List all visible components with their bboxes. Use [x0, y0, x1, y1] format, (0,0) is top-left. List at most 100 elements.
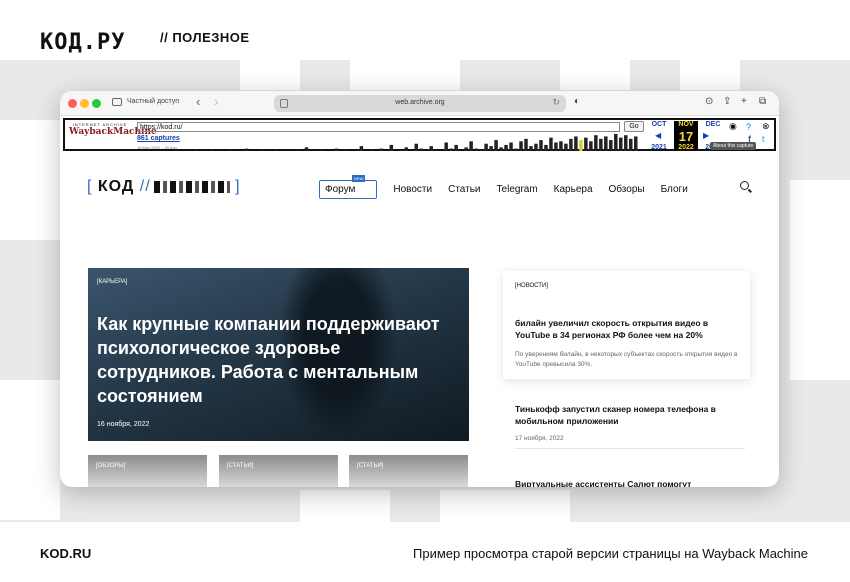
search-icon[interactable] [740, 181, 749, 190]
capture-bar[interactable] [614, 134, 618, 151]
capture-bar[interactable] [564, 143, 568, 151]
capture-bar[interactable] [474, 148, 478, 151]
nav-news[interactable]: Новости [393, 184, 432, 195]
nav-telegram[interactable]: Telegram [497, 184, 538, 195]
capture-bar[interactable] [464, 147, 468, 151]
capture-bar[interactable] [499, 147, 503, 151]
user-icon[interactable]: ◉ [729, 121, 737, 132]
close-window-button[interactable] [68, 99, 77, 108]
news-item[interactable]: Тинькофф запустил сканер номера телефона… [515, 403, 745, 449]
forward-arrow-icon[interactable]: › [214, 94, 218, 109]
capture-bar[interactable] [319, 149, 324, 151]
capture-bar[interactable] [434, 149, 438, 151]
sidebar-toggle-icon[interactable] [112, 98, 122, 106]
capture-bar[interactable] [334, 148, 339, 151]
capture-bar[interactable] [549, 137, 553, 151]
capture-bar[interactable] [419, 148, 423, 151]
capture-bar[interactable] [399, 149, 404, 151]
share-icon[interactable]: ⇪ [723, 96, 731, 107]
nav-career[interactable]: Карьера [554, 184, 593, 195]
capture-bar[interactable] [209, 149, 214, 151]
capture-bar[interactable] [609, 140, 613, 151]
capture-bar[interactable] [444, 142, 448, 152]
capture-bar[interactable] [629, 138, 633, 151]
privacy-report-icon[interactable]: ◐ [574, 96, 580, 107]
capture-bar[interactable] [524, 138, 528, 151]
back-arrow-icon[interactable]: ‹ [196, 94, 200, 109]
featured-news[interactable]: [НОВОСТИ] билайн увеличил скорость откры… [503, 271, 750, 379]
capture-bar[interactable] [489, 146, 493, 151]
article-card[interactable]: [ОБЗОРЫ] [88, 455, 207, 487]
capture-bar[interactable] [634, 136, 638, 151]
twitter-icon[interactable]: t [762, 134, 765, 144]
capture-bar[interactable] [619, 137, 623, 151]
capture-bar[interactable] [259, 149, 264, 151]
capture-bar[interactable] [369, 149, 374, 151]
capture-bar[interactable] [554, 142, 558, 152]
capture-bar[interactable] [594, 135, 598, 151]
capture-bar[interactable] [604, 136, 608, 151]
capture-bar[interactable] [359, 146, 364, 151]
maximize-window-button[interactable] [92, 99, 101, 108]
capture-bar[interactable] [574, 136, 578, 151]
nav-reviews[interactable]: Обзоры [609, 184, 645, 195]
facebook-icon[interactable]: f [748, 134, 751, 144]
captures-link[interactable]: 861 captures [137, 135, 180, 142]
capture-bar[interactable] [544, 144, 548, 151]
capture-bar[interactable] [449, 148, 453, 151]
capture-bar[interactable] [229, 149, 234, 151]
capture-bar[interactable] [479, 149, 483, 151]
capture-bar[interactable] [559, 141, 563, 151]
next-capture-icon[interactable]: ▶ [703, 131, 709, 140]
capture-bar[interactable] [484, 143, 488, 151]
wayback-url-input[interactable]: https://kod.ru/ [137, 122, 620, 132]
capture-bar[interactable] [504, 144, 508, 151]
capture-bar[interactable] [534, 143, 538, 151]
capture-bar[interactable] [304, 147, 309, 151]
capture-bar[interactable] [589, 141, 593, 151]
nav-articles[interactable]: Статьи [448, 184, 480, 195]
capture-bar[interactable] [514, 148, 518, 151]
capture-bar[interactable] [519, 141, 523, 151]
download-icon[interactable]: ⊙ [705, 96, 713, 107]
capture-bar[interactable] [539, 140, 543, 151]
capture-bar[interactable] [584, 137, 588, 151]
nav-blogs[interactable]: Блоги [661, 184, 688, 195]
capture-bar[interactable] [379, 148, 384, 151]
tab-overview-icon[interactable]: ⧉ [759, 96, 766, 107]
capture-bar[interactable] [454, 144, 458, 151]
capture-bar[interactable] [569, 138, 573, 151]
capture-bar[interactable] [389, 144, 394, 151]
capture-bar[interactable] [579, 140, 583, 151]
help-icon[interactable]: ? [746, 122, 751, 132]
capture-bar[interactable] [404, 147, 409, 151]
capture-bar[interactable] [294, 149, 299, 151]
capture-bar[interactable] [274, 149, 279, 151]
capture-bar[interactable] [624, 135, 628, 151]
prev-capture-icon[interactable]: ◀ [655, 131, 661, 140]
nav-forum[interactable]: Форум NEW [319, 175, 378, 199]
article-card[interactable]: [СТАТЬИ] [219, 455, 338, 487]
hero-article[interactable]: [КАРЬЕРА] Как крупные компании поддержив… [88, 268, 469, 441]
wayback-go-button[interactable]: Go [624, 121, 644, 132]
address-bar[interactable]: web.archive.org ↻ [274, 95, 566, 112]
capture-bar[interactable] [244, 148, 249, 151]
capture-bar[interactable] [529, 146, 533, 151]
capture-sparkline[interactable] [195, 133, 639, 151]
capture-bar[interactable] [599, 138, 603, 151]
capture-bar[interactable] [469, 141, 473, 151]
capture-bar[interactable] [344, 149, 349, 151]
wayback-logo[interactable]: INTERNET ARCHIVE WaybackMachine [69, 122, 157, 137]
reload-icon[interactable]: ↻ [552, 97, 560, 108]
capture-bar[interactable] [509, 142, 513, 152]
new-tab-icon[interactable]: + [741, 96, 747, 107]
article-card[interactable]: [СТАТЬИ] [349, 455, 468, 487]
site-logo[interactable]: [ КОД // ] [87, 178, 241, 196]
news-item[interactable]: Виртуальные ассистенты Салют помогут [515, 478, 745, 487]
capture-bar[interactable] [414, 143, 418, 151]
capture-bar[interactable] [429, 146, 433, 151]
minimize-window-button[interactable] [80, 99, 89, 108]
close-toolbar-icon[interactable]: ⊗ [762, 121, 770, 132]
capture-bar[interactable] [494, 140, 498, 151]
capture-bar[interactable] [195, 149, 199, 151]
